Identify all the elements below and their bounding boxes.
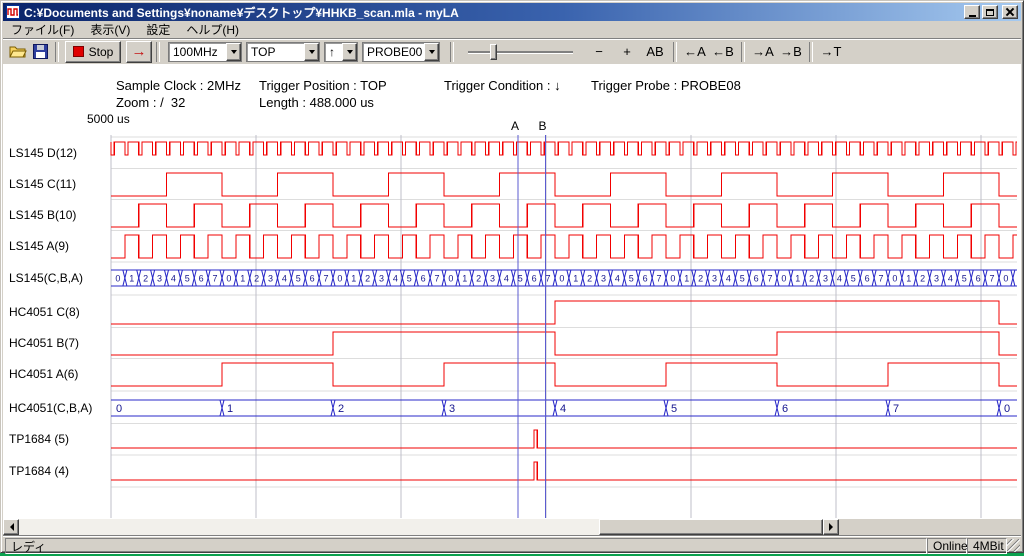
sample-clock-label: Sample Clock : 2MHz: [116, 78, 241, 93]
trigger-condition-label: Trigger Condition : ↓: [444, 78, 561, 93]
toolbar-separator: [156, 42, 160, 62]
chevron-down-icon[interactable]: [304, 43, 319, 61]
arrow-left-icon: [6, 523, 14, 531]
time-scale-label: 5000 us: [87, 112, 130, 126]
horizontal-scrollbar[interactable]: [3, 519, 839, 535]
trigger-position-value: TOP: [247, 45, 304, 59]
close-icon: [1006, 8, 1014, 16]
stop-button[interactable]: Stop: [65, 41, 121, 63]
floppy-icon: [33, 44, 48, 59]
menu-item-help[interactable]: ヘルプ(H): [178, 20, 247, 39]
clock-select[interactable]: 100MHz: [168, 42, 242, 62]
maximize-icon: [986, 9, 994, 16]
status-message: レディ: [5, 538, 927, 554]
goto-a-left-button[interactable]: ←A: [681, 41, 709, 63]
trigger-edge-select[interactable]: ↑: [324, 42, 358, 62]
zoom-slider[interactable]: [468, 42, 573, 62]
trigger-position-select[interactable]: TOP: [246, 42, 320, 62]
length-label: Length : 488.000 us: [259, 95, 374, 110]
titlebar: C:¥Documents and Settings¥noname¥デスクトップ¥…: [3, 3, 1021, 21]
waveform-panel: [3, 64, 1021, 519]
toolbar-separator: [809, 42, 813, 62]
stop-square-icon: [73, 46, 84, 57]
trigger-edge-value: ↑: [325, 45, 342, 59]
status-memory: 4MBit: [967, 538, 1007, 554]
maximize-button[interactable]: [982, 5, 998, 19]
stop-button-label: Stop: [89, 45, 114, 59]
window-title: C:¥Documents and Settings¥noname¥デスクトップ¥…: [24, 4, 962, 21]
toolbar-separator: [673, 42, 677, 62]
menu-item-view[interactable]: 表示(V): [82, 20, 138, 39]
ab-button[interactable]: AB: [641, 41, 669, 63]
zoom-out-button[interactable]: −: [585, 41, 613, 63]
zoom-slider-track: [468, 51, 573, 53]
goto-b-left-button[interactable]: ←B: [709, 41, 737, 63]
toolbar-separator: [741, 42, 745, 62]
resize-grip[interactable]: [1007, 539, 1020, 552]
folder-icon: [9, 45, 27, 59]
minimize-button[interactable]: [964, 5, 980, 19]
close-button[interactable]: [1002, 5, 1018, 19]
clock-select-value: 100MHz: [169, 45, 226, 59]
app-window: C:¥Documents and Settings¥noname¥デスクトップ¥…: [0, 0, 1024, 553]
goto-trigger-button[interactable]: →T: [817, 41, 845, 63]
trigger-probe-label: Trigger Probe : PROBE08: [591, 78, 741, 93]
run-button[interactable]: →: [126, 41, 152, 63]
minimize-icon: [969, 15, 976, 17]
status-ready-text: レディ: [11, 538, 46, 555]
probe-select[interactable]: PROBE00: [362, 42, 440, 62]
scroll-left-button[interactable]: [3, 519, 19, 535]
scrollbar-thumb[interactable]: [599, 519, 823, 535]
status-online: Online: [927, 538, 967, 554]
status-online-text: Online: [933, 539, 968, 553]
zoom-in-button[interactable]: +: [613, 41, 641, 63]
toolbar: Stop → 100MHz TOP ↑ PROBE00 − + AB: [3, 38, 1021, 64]
save-button[interactable]: [29, 41, 51, 63]
arrow-right-icon: →: [132, 43, 147, 60]
chevron-down-icon[interactable]: [226, 43, 241, 61]
toolbar-separator: [55, 42, 59, 62]
chevron-down-icon[interactable]: [424, 43, 439, 61]
statusbar: レディ Online 4MBit: [3, 535, 1021, 553]
app-icon: [6, 5, 20, 19]
scroll-right-button[interactable]: [823, 519, 839, 535]
menu-item-file[interactable]: ファイル(F): [3, 20, 82, 39]
zoom-slider-thumb[interactable]: [490, 44, 497, 60]
scrollbar-filler: [839, 519, 1021, 535]
goto-a-right-button[interactable]: →A: [749, 41, 777, 63]
menu-item-settings[interactable]: 設定: [138, 20, 178, 39]
chevron-down-icon[interactable]: [342, 43, 357, 61]
menubar: ファイル(F) 表示(V) 設定 ヘルプ(H): [3, 21, 1021, 38]
open-button[interactable]: [7, 41, 29, 63]
arrow-right-icon: [829, 523, 837, 531]
goto-b-right-button[interactable]: →B: [777, 41, 805, 63]
trigger-position-label: Trigger Position : TOP: [259, 78, 387, 93]
probe-select-value: PROBE00: [363, 45, 424, 59]
toolbar-separator: [450, 42, 454, 62]
status-memory-text: 4MBit: [973, 539, 1004, 553]
zoom-label: Zoom : / 32: [116, 95, 185, 110]
